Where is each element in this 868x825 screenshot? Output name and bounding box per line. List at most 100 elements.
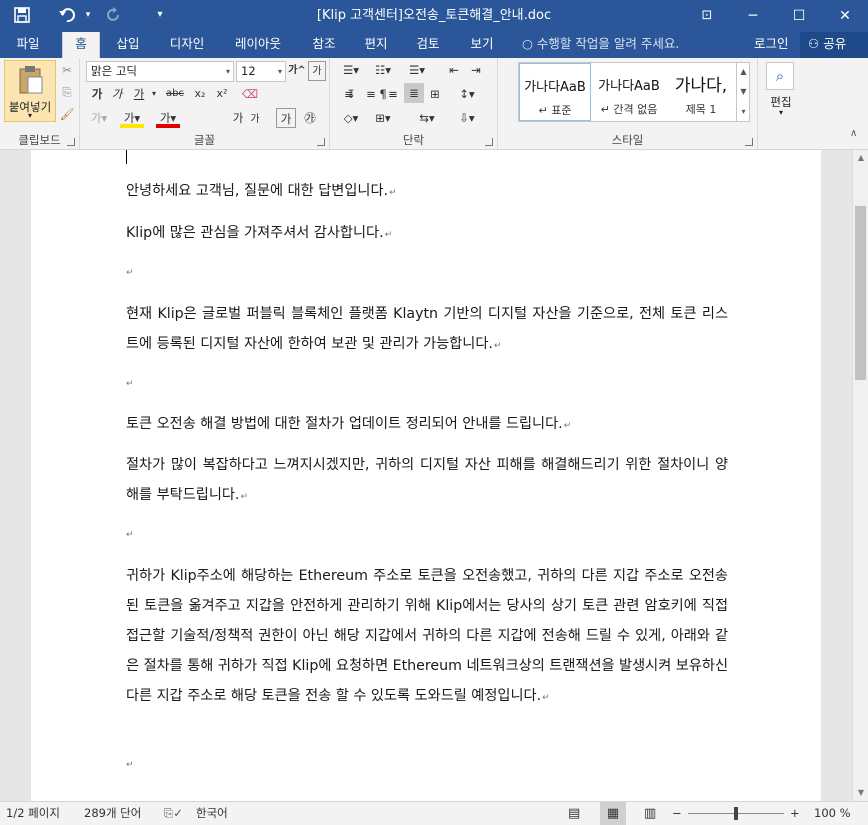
document-page[interactable]: 안녕하세요 고객님, 질문에 대한 답변입니다.↵ Klip에 많은 관심을 가… bbox=[31, 150, 821, 801]
paragraph: 현재 Klip은 글로벌 퍼블릭 블록체인 플랫폼 Klaytn 기반의 디지털… bbox=[126, 306, 728, 352]
save-icon[interactable] bbox=[14, 4, 38, 26]
borders-icon[interactable]: ⊞▾ bbox=[370, 108, 396, 128]
multilevel-list-icon[interactable]: ☰▾ bbox=[402, 60, 432, 80]
login-button[interactable]: 로그인 bbox=[754, 32, 789, 58]
align-right-icon[interactable]: ≡ bbox=[384, 84, 402, 104]
shading-icon[interactable]: ◇▾ bbox=[338, 108, 364, 128]
editing-group[interactable]: ⌕ 편집 ▾ bbox=[758, 58, 804, 150]
tab-home[interactable]: 홈 bbox=[62, 32, 100, 58]
grow-font-button[interactable]: 가 bbox=[230, 108, 246, 128]
font-name-select[interactable]: 맑은 고딕 ▾ bbox=[86, 61, 234, 82]
undo-icon[interactable] bbox=[58, 4, 80, 26]
scroll-up-icon[interactable]: ▲ bbox=[853, 150, 868, 166]
grow-font-icon[interactable]: 가^ bbox=[288, 61, 306, 81]
increase-indent-icon[interactable]: ⇥ bbox=[466, 60, 486, 80]
tab-file[interactable]: 파일 bbox=[6, 32, 50, 58]
cut-icon[interactable]: ✂ bbox=[58, 60, 76, 80]
word-count[interactable]: 289개 단어 bbox=[84, 802, 141, 825]
customize-toolbar-icon[interactable]: ▾ bbox=[150, 4, 170, 26]
language[interactable]: 한국어 bbox=[196, 802, 228, 825]
clear-formatting-icon[interactable]: ⌫ bbox=[240, 84, 260, 104]
strikethrough-button[interactable]: abc bbox=[162, 84, 188, 104]
chevron-down-icon: ▾ bbox=[277, 67, 282, 76]
tab-layout[interactable]: 레이아웃 bbox=[226, 32, 290, 58]
text-effects-icon[interactable]: 가▾ bbox=[88, 108, 110, 128]
more-styles-icon: ▾ bbox=[741, 107, 746, 116]
paragraph: 토큰 오전송 해결 방법에 대한 절차가 업데이트 정리되어 안내를 드립니다.… bbox=[126, 416, 572, 432]
subscript-button[interactable]: x₂ bbox=[190, 84, 210, 104]
highlight-color-button[interactable]: 가▾ bbox=[120, 108, 144, 128]
text-direction-icon[interactable]: ⇩▾ bbox=[452, 108, 482, 128]
chevron-up-icon: ▲ bbox=[740, 67, 747, 76]
tab-review[interactable]: 검토 bbox=[408, 32, 448, 58]
zoom-level[interactable]: 100 % bbox=[814, 802, 851, 825]
tab-mailings[interactable]: 편지 bbox=[356, 32, 396, 58]
style-normal[interactable]: 가나다AaB ↵ 표준 bbox=[519, 63, 591, 121]
vertical-scrollbar[interactable]: ▲ ▼ bbox=[852, 150, 868, 801]
scroll-thumb[interactable] bbox=[855, 206, 866, 380]
style-heading-1[interactable]: 가나다, 제목 1 bbox=[665, 63, 737, 121]
zoom-out-button[interactable]: − bbox=[672, 802, 682, 825]
char-border-button[interactable]: 가 bbox=[276, 108, 296, 128]
ribbon-home: 붙여넣기 ▾ ✂ ⎘ 🖌 클립보드 맑은 고딕 ▾ 12 ▾ 가^ 가 가 가 가 … bbox=[0, 58, 868, 150]
ribbon-tabs: 파일 홈 삽입 디자인 레이아웃 참조 편지 검토 보기 ○ 수행할 작업을 알… bbox=[0, 32, 868, 58]
bold-button[interactable]: 가 bbox=[88, 84, 106, 104]
line-spacing-icon[interactable]: ↕▾ bbox=[452, 84, 482, 104]
print-layout-icon[interactable]: ▦ bbox=[600, 802, 626, 825]
ribbon-display-options-icon[interactable]: ⊡ bbox=[684, 0, 730, 32]
tab-view[interactable]: 보기 bbox=[462, 32, 502, 58]
paragraph: 귀하가 Klip주소에 해당하는 Ethereum 주소로 토큰을 오전송했고,… bbox=[126, 568, 728, 704]
font-launcher-icon[interactable] bbox=[317, 138, 325, 146]
tab-references[interactable]: 참조 bbox=[304, 32, 344, 58]
numbering-icon[interactable]: ☷▾ bbox=[370, 60, 396, 80]
maximize-button[interactable]: ☐ bbox=[776, 0, 822, 32]
align-left-icon[interactable]: ≡ bbox=[340, 84, 358, 104]
decrease-indent-icon[interactable]: ⇤ bbox=[444, 60, 464, 80]
paste-button[interactable]: 붙여넣기 ▾ bbox=[4, 60, 56, 122]
zoom-slider-thumb[interactable] bbox=[734, 807, 738, 820]
web-layout-icon[interactable]: ▥ bbox=[644, 802, 656, 825]
redo-icon[interactable] bbox=[106, 4, 128, 26]
clipboard-launcher-icon[interactable] bbox=[67, 138, 75, 146]
font-case-icon[interactable]: 가 bbox=[308, 61, 326, 81]
font-group: 맑은 고딕 ▾ 12 ▾ 가^ 가 가 가 가 ▾ abc x₂ x² ⌫ 가▾ 가… bbox=[80, 58, 330, 150]
chevron-down-icon: ▼ bbox=[740, 87, 747, 96]
styles-launcher-icon[interactable] bbox=[745, 138, 753, 146]
align-center-icon[interactable]: ≡ bbox=[362, 84, 380, 104]
text-cursor bbox=[126, 150, 127, 164]
format-painter-icon[interactable]: 🖌 bbox=[58, 104, 76, 124]
enclose-chars-button[interactable]: ㉮ bbox=[300, 108, 320, 128]
distribute-icon[interactable]: ⊞ bbox=[426, 84, 444, 104]
shrink-font-button[interactable]: 가 bbox=[248, 110, 262, 130]
share-button[interactable]: ⚇ 공유 bbox=[800, 32, 868, 58]
proofing-icon[interactable]: ⎘✓ bbox=[164, 802, 183, 825]
justify-icon[interactable]: ≣ bbox=[404, 83, 424, 103]
undo-dropdown-icon[interactable]: ▾ bbox=[82, 4, 94, 26]
minimize-button[interactable]: ─ bbox=[730, 0, 776, 32]
empty-paragraph-mark: ↵ bbox=[126, 379, 134, 389]
styles-scrollbar[interactable]: ▲ ▼ ▾ bbox=[736, 62, 750, 122]
font-color-button[interactable]: 가▾ bbox=[156, 108, 180, 128]
close-button[interactable]: ✕ bbox=[822, 0, 868, 32]
styles-group: 가나다AaB ↵ 표준 가나다AaB ↵ 간격 없음 가나다, 제목 1 ▲ ▼… bbox=[498, 58, 758, 150]
style-no-spacing[interactable]: 가나다AaB ↵ 간격 없음 bbox=[593, 63, 665, 121]
chevron-down-icon[interactable]: ▾ bbox=[150, 84, 158, 104]
collapse-ribbon-icon[interactable]: ∧ bbox=[850, 128, 857, 139]
zoom-in-button[interactable]: + bbox=[790, 802, 800, 825]
italic-button[interactable]: 가 bbox=[108, 84, 126, 104]
tab-design[interactable]: 디자인 bbox=[162, 32, 212, 58]
tell-me-search[interactable]: ○ 수행할 작업을 알려 주세요. bbox=[522, 32, 679, 58]
underline-button[interactable]: 가 bbox=[130, 84, 148, 104]
copy-icon[interactable]: ⎘ bbox=[58, 82, 76, 102]
paragraph-launcher-icon[interactable] bbox=[485, 138, 493, 146]
scroll-down-icon[interactable]: ▼ bbox=[853, 785, 868, 801]
document-area[interactable]: 안녕하세요 고객님, 질문에 대한 답변입니다.↵ Klip에 많은 관심을 가… bbox=[0, 150, 852, 801]
font-size-select[interactable]: 12 ▾ bbox=[236, 61, 286, 82]
bullets-icon[interactable]: ☰▾ bbox=[338, 60, 364, 80]
superscript-button[interactable]: x² bbox=[212, 84, 232, 104]
paragraph: 안녕하세요 고객님, 질문에 대한 답변입니다.↵ bbox=[126, 183, 397, 199]
read-mode-icon[interactable]: ▤ bbox=[568, 802, 580, 825]
asian-layout-icon[interactable]: ⇆▾ bbox=[412, 108, 442, 128]
page-count[interactable]: 1/2 페이지 bbox=[6, 802, 60, 825]
tab-insert[interactable]: 삽입 bbox=[108, 32, 148, 58]
